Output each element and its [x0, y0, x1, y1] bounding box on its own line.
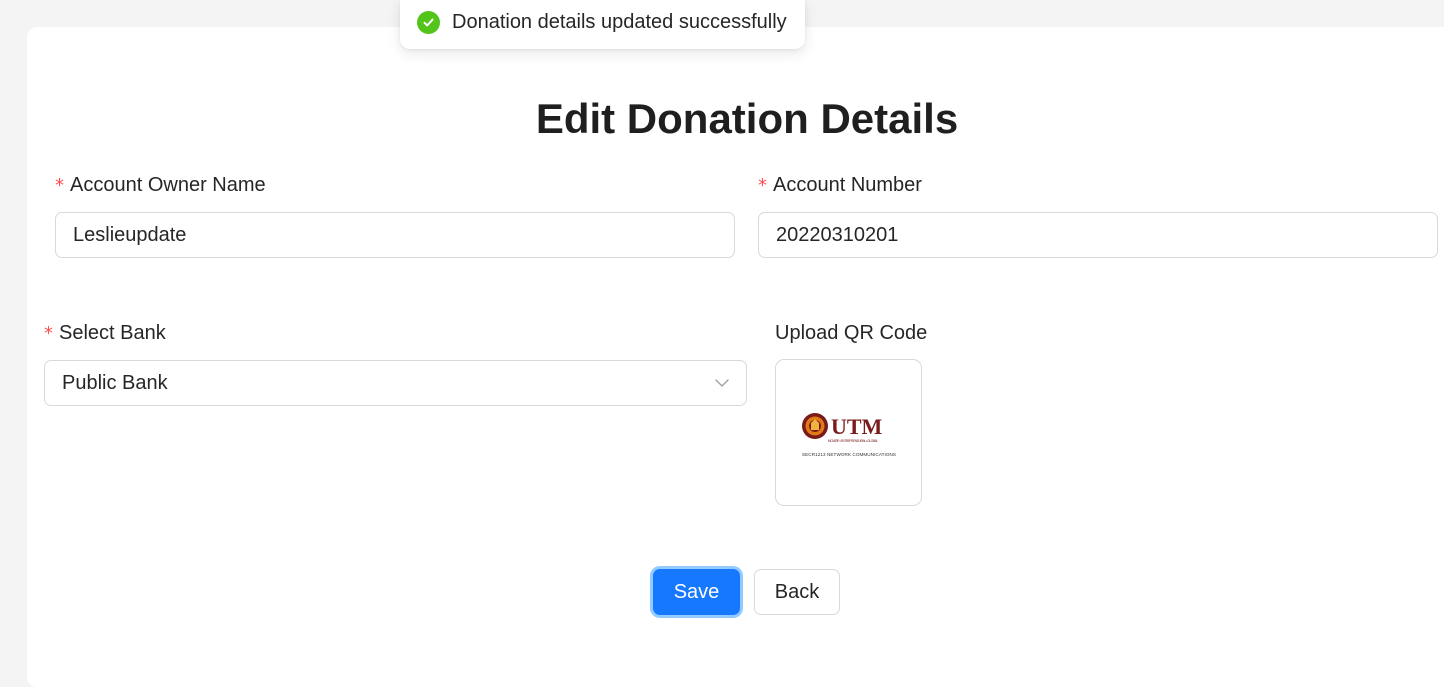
- required-mark: *: [44, 323, 53, 344]
- chevron-down-icon: [715, 379, 729, 387]
- account-number-input[interactable]: 20220310201: [758, 212, 1438, 258]
- owner-name-label-text: Account Owner Name: [70, 174, 266, 196]
- account-number-label: * Account Number: [758, 174, 922, 197]
- back-button[interactable]: Back: [754, 569, 840, 615]
- owner-name-label: * Account Owner Name: [55, 174, 266, 197]
- account-number-value: 20220310201: [776, 223, 899, 246]
- required-mark: *: [55, 175, 64, 196]
- required-mark: *: [758, 175, 767, 196]
- owner-name-input[interactable]: Leslieupdate: [55, 212, 735, 258]
- qr-upload-preview[interactable]: UTM INOVATIF • ENTREPRENEURIAL • GLOBAL …: [775, 359, 922, 506]
- account-number-label-text: Account Number: [773, 174, 922, 196]
- page-title: Edit Donation Details: [535, 95, 959, 142]
- select-bank-label-text: Select Bank: [59, 322, 166, 344]
- bank-select-value: Public Bank: [62, 371, 168, 394]
- svg-text:SECR1213 NETWORK COMMUNICATION: SECR1213 NETWORK COMMUNICATIONS: [802, 452, 896, 457]
- utm-logo-image: UTM INOVATIF • ENTREPRENEURIAL • GLOBAL …: [801, 412, 896, 457]
- svg-text:UTM: UTM: [831, 414, 883, 439]
- success-toast: Donation details updated successfully: [400, 0, 805, 49]
- bank-select[interactable]: Public Bank: [44, 360, 747, 406]
- save-button[interactable]: Save: [653, 569, 740, 615]
- upload-qr-label: Upload QR Code: [775, 322, 928, 344]
- select-bank-label: * Select Bank: [44, 322, 166, 345]
- toast-message: Donation details updated successfully: [452, 11, 787, 33]
- svg-text:INOVATIF • ENTREPRENEURIAL • G: INOVATIF • ENTREPRENEURIAL • GLOBAL: [828, 439, 878, 443]
- check-circle-icon: [417, 11, 440, 34]
- owner-name-value: Leslieupdate: [73, 223, 187, 246]
